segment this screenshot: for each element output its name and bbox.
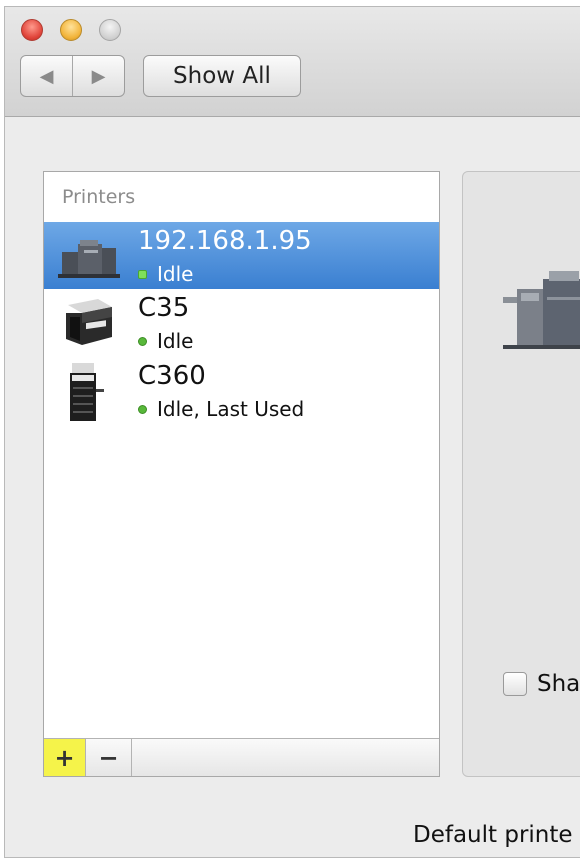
status-idle-icon — [138, 404, 147, 414]
back-arrow-icon: ◀ — [39, 65, 54, 87]
show-all-button[interactable]: Show All — [143, 55, 301, 97]
status-idle-icon — [138, 336, 147, 346]
printer-row-c35[interactable]: C35 Idle — [44, 289, 439, 356]
share-printer-label: Sha — [537, 671, 580, 697]
status-idle-icon — [138, 269, 147, 279]
add-printer-button[interactable]: + — [44, 739, 86, 776]
minimize-window-button[interactable] — [60, 19, 82, 41]
back-forward-control: ◀ ▶ — [20, 55, 125, 97]
printer-status-text: Idle — [157, 329, 194, 353]
multifunction-printer-icon — [66, 299, 112, 345]
printer-detail-panel: Sha — [462, 171, 580, 777]
remove-printer-button[interactable]: − — [86, 739, 132, 776]
printer-status-text: Idle — [157, 262, 194, 286]
printer-list-header: Printers — [62, 186, 136, 208]
printer-list-toolbar: + − — [44, 738, 439, 776]
printer-row-192-168-1-95[interactable]: 192.168.1.95 Idle — [44, 222, 439, 289]
printer-status: Idle — [138, 262, 193, 286]
printer-name: C360 — [138, 361, 206, 391]
printer-list: Printers 192.168.1.95 Idle C35 Idle C360… — [43, 171, 440, 777]
selected-printer-image — [503, 271, 580, 349]
close-window-button[interactable] — [21, 19, 43, 41]
printer-name: 192.168.1.95 — [138, 226, 312, 256]
back-button[interactable]: ◀ — [21, 56, 72, 96]
share-printer-checkbox[interactable] — [503, 672, 527, 696]
printer-status: Idle, Last Used — [138, 397, 304, 421]
printer-status-text: Idle, Last Used — [157, 397, 305, 421]
forward-arrow-icon: ▶ — [91, 65, 106, 87]
printer-status: Idle — [138, 329, 193, 353]
printer-name: C35 — [138, 293, 190, 323]
tower-printer-icon — [70, 363, 104, 421]
printer-row-c360[interactable]: C360 Idle, Last Used — [44, 357, 439, 424]
zoom-window-button[interactable] — [99, 19, 121, 41]
production-printer-icon — [58, 240, 120, 278]
forward-button[interactable]: ▶ — [72, 56, 124, 96]
default-printer-label: Default printe — [413, 822, 573, 848]
title-bar: ◀ ▶ Show All — [5, 7, 580, 117]
printers-preferences-window: ◀ ▶ Show All Printers 192.168.1.95 Idle — [4, 6, 580, 858]
